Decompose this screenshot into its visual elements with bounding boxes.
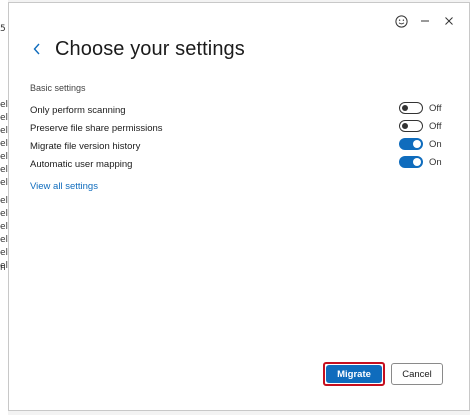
dialog-footer: Migrate Cancel <box>323 362 443 386</box>
background-window-strip: 5 el el el el el el el el el el el el el… <box>0 0 8 415</box>
toggle-switch[interactable] <box>399 120 423 132</box>
background-text: el <box>0 126 9 136</box>
toggle-control: On <box>399 156 442 168</box>
setting-row-migrate-version-history: Migrate file version history On <box>30 137 450 155</box>
background-text: el <box>0 100 9 110</box>
setting-label: Automatic user mapping <box>30 158 133 170</box>
minimize-icon[interactable] <box>415 11 435 31</box>
setting-row-automatic-user-mapping: Automatic user mapping On <box>30 155 450 173</box>
section-label: Basic settings <box>30 83 86 93</box>
cancel-button[interactable]: Cancel <box>391 363 443 385</box>
background-text: el <box>0 235 9 245</box>
view-all-settings-link[interactable]: View all settings <box>30 181 98 192</box>
setting-label: Only perform scanning <box>30 104 126 116</box>
setting-row-preserve-permissions: Preserve file share permissions Off <box>30 119 450 137</box>
migrate-button-highlight: Migrate <box>323 362 385 386</box>
screen: 5 el el el el el el el el el el el el el… <box>0 0 474 415</box>
close-icon[interactable] <box>439 11 459 31</box>
toggle-control: On <box>399 138 442 150</box>
toggle-control: Off <box>399 102 442 114</box>
toggle-state-label: Off <box>429 102 442 114</box>
background-text: el <box>0 196 9 206</box>
background-text: el <box>0 248 9 258</box>
migrate-button[interactable]: Migrate <box>326 365 382 383</box>
toggle-state-label: On <box>429 156 442 168</box>
window-controls <box>391 11 459 31</box>
toggle-switch[interactable] <box>399 138 423 150</box>
background-text: el <box>0 165 9 175</box>
page-title: Choose your settings <box>55 37 245 60</box>
background-text: el <box>0 178 9 188</box>
dialog-header: Choose your settings <box>29 37 245 61</box>
toggle-state-label: On <box>429 138 442 150</box>
background-text: 5 <box>0 24 6 34</box>
background-text: el <box>0 222 9 232</box>
background-text: el <box>0 209 9 219</box>
background-text: el <box>0 152 9 162</box>
background-text: el <box>0 113 9 123</box>
setting-label: Preserve file share permissions <box>30 122 163 134</box>
toggle-state-label: Off <box>429 120 442 132</box>
chevron-left-icon[interactable] <box>29 37 45 61</box>
setting-row-only-perform-scanning: Only perform scanning Off <box>30 101 450 119</box>
background-window-right <box>470 0 474 415</box>
settings-list: Only perform scanning Off Preserve file … <box>30 101 450 173</box>
background-text: n <box>0 263 6 273</box>
toggle-switch[interactable] <box>399 102 423 114</box>
smiley-icon[interactable] <box>391 11 411 31</box>
toggle-control: Off <box>399 120 442 132</box>
toggle-switch[interactable] <box>399 156 423 168</box>
setting-label: Migrate file version history <box>30 140 141 152</box>
settings-dialog: Choose your settings Basic settings Only… <box>8 2 470 411</box>
background-text: el <box>0 139 9 149</box>
